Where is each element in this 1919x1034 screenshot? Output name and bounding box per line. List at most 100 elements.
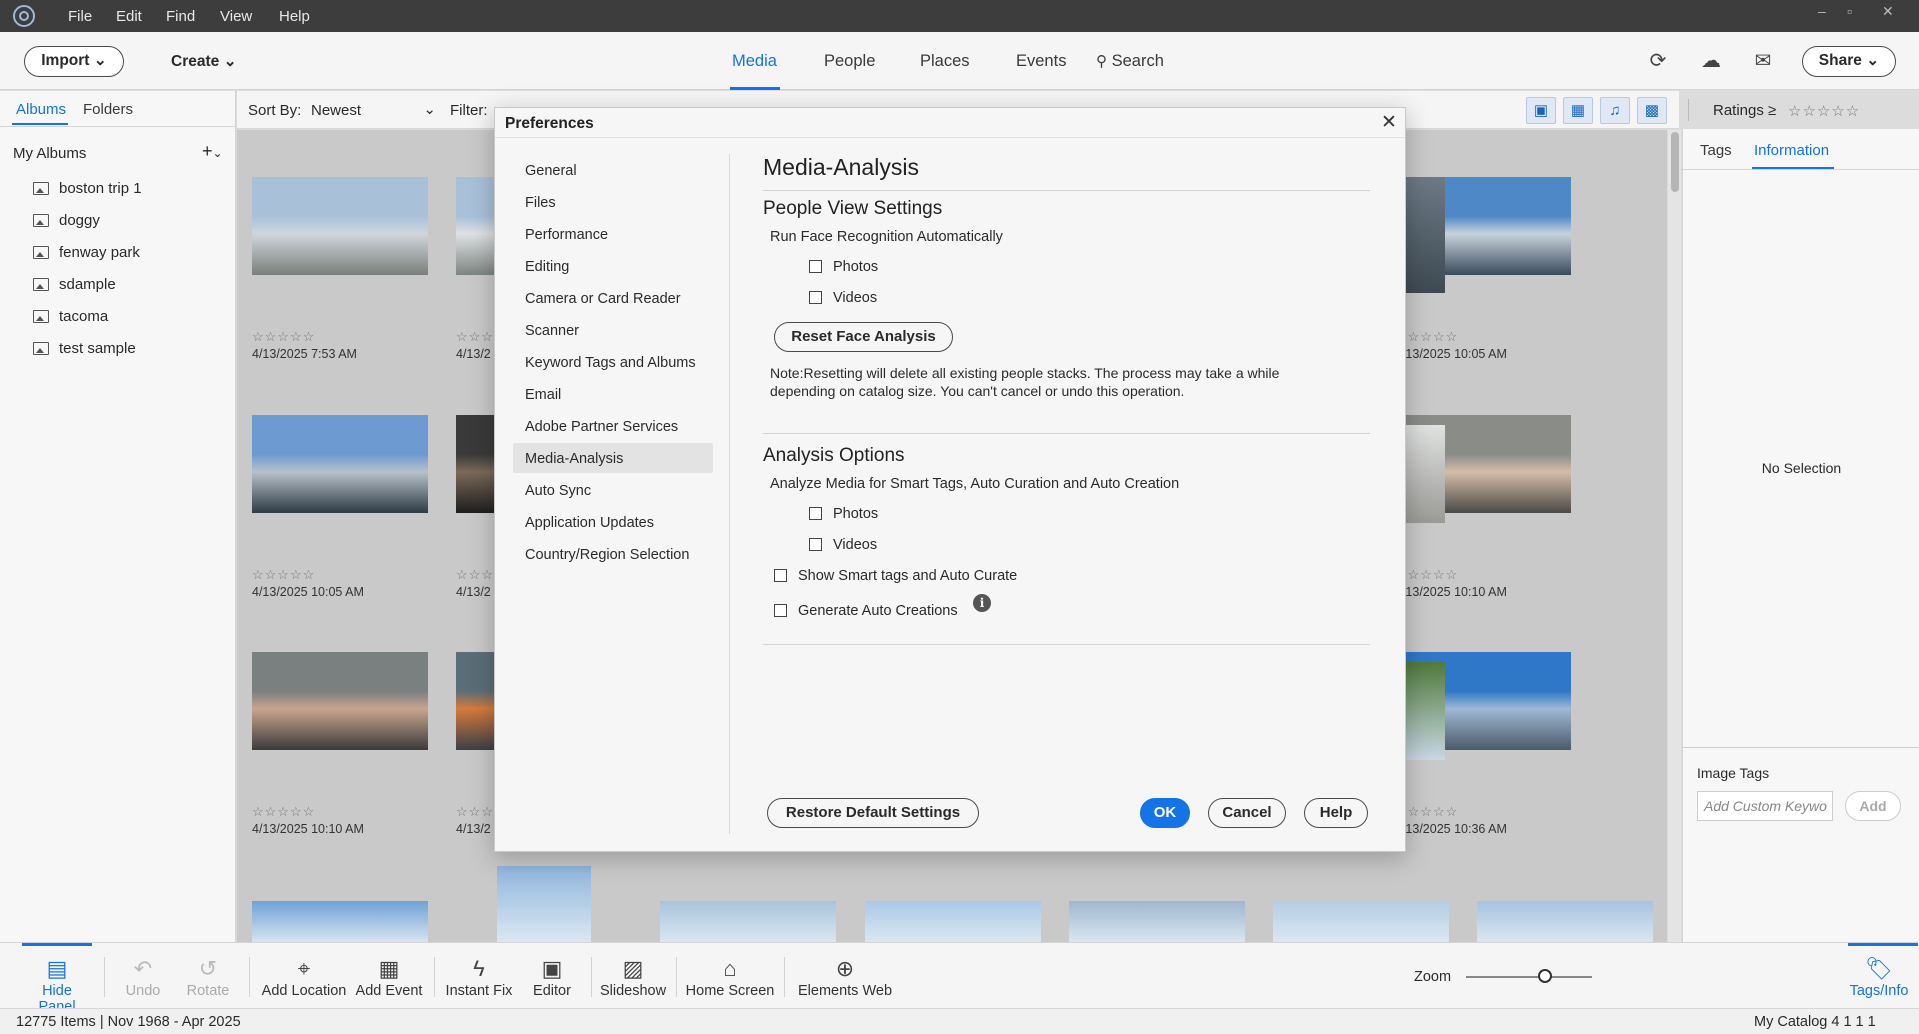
slideshow-button[interactable]: ▨ Slideshow	[599, 955, 667, 1007]
tab-information[interactable]: Information	[1754, 142, 1829, 159]
image-tags-label: Image Tags	[1697, 765, 1770, 781]
info-icon[interactable]: i	[973, 594, 991, 612]
reset-face-analysis-button[interactable]: Reset Face Analysis	[774, 322, 953, 352]
restore-defaults-button[interactable]: Restore Default Settings	[767, 798, 979, 828]
add-event-button[interactable]: ▦ Add Event	[351, 955, 427, 1007]
reset-note: Note:Resetting will delete all existing …	[770, 365, 1280, 399]
photo-thumbnail[interactable]	[1405, 425, 1445, 523]
home-icon: ⌂	[723, 956, 737, 981]
projects-filter-icon[interactable]: ▩	[1637, 97, 1667, 124]
catalog-status[interactable]: My Catalog 4 1 1 1	[1754, 1014, 1876, 1030]
divider	[729, 154, 730, 834]
sync-icon[interactable]: ⟳	[1647, 50, 1669, 72]
photos-filter-icon[interactable]: ▣	[1526, 97, 1556, 124]
add-tag-button[interactable]: Add	[1845, 791, 1901, 821]
cancel-button[interactable]: Cancel	[1208, 798, 1286, 828]
photo-thumbnail[interactable]	[1069, 901, 1245, 942]
photo-thumbnail[interactable]	[252, 415, 428, 513]
album-icon	[33, 182, 49, 195]
import-button[interactable]: Import ⌄	[24, 46, 124, 77]
photo-thumbnail[interactable]	[660, 901, 836, 942]
pref-nav-camera[interactable]: Camera or Card Reader	[513, 283, 713, 313]
close-icon[interactable]: ✕	[1381, 111, 1397, 134]
minimize-button[interactable]: –	[1818, 3, 1826, 19]
create-button[interactable]: Create ⌄	[171, 52, 237, 71]
pref-nav-adobe-partner[interactable]: Adobe Partner Services	[513, 411, 713, 441]
editor-button[interactable]: ▣ Editor	[524, 955, 580, 1007]
tab-places[interactable]: Places	[920, 52, 970, 71]
search-icon: ⚲	[1096, 53, 1107, 70]
share-button[interactable]: Share ⌄	[1802, 46, 1896, 77]
close-window-button[interactable]: ✕	[1882, 3, 1894, 20]
ok-button[interactable]: OK	[1140, 798, 1190, 828]
instant-fix-button[interactable]: ϟ Instant Fix	[441, 955, 517, 1007]
pref-nav-editing[interactable]: Editing	[513, 251, 713, 281]
rating-stars[interactable]: ☆☆☆☆☆	[252, 567, 315, 583]
undo-button[interactable]: ↶ Undo	[118, 955, 168, 1007]
photo-thumbnail[interactable]	[1405, 662, 1445, 760]
tab-tags[interactable]: Tags	[1700, 142, 1732, 159]
mail-icon[interactable]: ✉	[1752, 50, 1774, 72]
zoom-slider-handle[interactable]	[1538, 969, 1552, 983]
photo-thumbnail[interactable]	[865, 901, 1041, 942]
add-album-button[interactable]: +⌄	[202, 141, 223, 162]
home-screen-button[interactable]: ⌂ Home Screen	[684, 955, 776, 1007]
rating-stars[interactable]: ☆☆☆☆☆	[252, 804, 315, 820]
thumbnail-date: 4/13/2	[456, 347, 491, 361]
tab-folders[interactable]: Folders	[83, 101, 133, 118]
tab-events[interactable]: Events	[1016, 52, 1066, 71]
menu-bar: File Edit Find View Help – ▫ ✕	[0, 0, 1919, 32]
grid-filter-icon[interactable]: ▦	[1563, 97, 1593, 124]
album-icon	[33, 214, 49, 227]
rotate-button[interactable]: ↺ Rotate	[180, 955, 236, 1007]
pref-nav-general[interactable]: General	[513, 155, 713, 185]
menu-edit[interactable]: Edit	[116, 8, 142, 25]
pref-nav-country[interactable]: Country/Region Selection	[513, 539, 713, 569]
pref-nav-keyword-tags[interactable]: Keyword Tags and Albums	[513, 347, 713, 377]
menu-find[interactable]: Find	[166, 8, 195, 25]
elements-web-button[interactable]: ⊕ Elements Web	[795, 955, 895, 1007]
pref-nav-performance[interactable]: Performance	[513, 219, 713, 249]
rating-stars[interactable]: ☆☆☆☆☆	[252, 329, 315, 345]
pref-nav-files[interactable]: Files	[513, 187, 713, 217]
panel-icon: ▤	[46, 956, 68, 981]
photo-thumbnail[interactable]	[252, 177, 428, 275]
add-location-button[interactable]: ⌖ Add Location	[258, 955, 350, 1007]
help-button[interactable]: Help	[1304, 798, 1368, 828]
maximize-button[interactable]: ▫	[1847, 3, 1852, 19]
audio-filter-icon[interactable]: ♫	[1600, 97, 1630, 124]
tab-people[interactable]: People	[824, 52, 875, 71]
custom-keyword-input[interactable]: Add Custom Keywo	[1697, 791, 1833, 821]
scrollbar-thumb[interactable]	[1671, 132, 1679, 192]
zoom-slider[interactable]	[1466, 976, 1592, 978]
photo-thumbnail[interactable]	[252, 652, 428, 750]
tab-media[interactable]: Media	[732, 52, 777, 71]
divider	[104, 957, 105, 997]
menu-view[interactable]: View	[220, 8, 252, 25]
pref-nav-auto-sync[interactable]: Auto Sync	[513, 475, 713, 505]
photo-thumbnail[interactable]	[1477, 901, 1653, 942]
tab-albums[interactable]: Albums	[16, 101, 66, 118]
sort-dropdown[interactable]: Newest ⌄	[311, 101, 436, 119]
ratings-stars[interactable]: ☆☆☆☆☆	[1788, 102, 1860, 120]
photo-thumbnail[interactable]	[1273, 901, 1449, 942]
pref-nav-scanner[interactable]: Scanner	[513, 315, 713, 345]
pref-nav-email[interactable]: Email	[513, 379, 713, 409]
lightning-icon: ϟ	[473, 956, 485, 981]
photo-thumbnail[interactable]	[497, 866, 591, 942]
hide-panel-button[interactable]: ▤ Hide Panel	[22, 955, 92, 1015]
menu-help[interactable]: Help	[279, 8, 310, 25]
grid-scrollbar[interactable]	[1668, 130, 1681, 942]
checkbox-icon	[774, 569, 787, 582]
photo-thumbnail[interactable]	[1405, 177, 1445, 293]
status-bar: 12775 Items | Nov 1968 - Apr 2025 My Cat…	[0, 1008, 1919, 1034]
active-tab-indicator	[12, 123, 68, 125]
pref-nav-app-updates[interactable]: Application Updates	[513, 507, 713, 537]
tags-info-button[interactable]: 🏷 Tags/Info	[1840, 955, 1918, 1007]
pref-nav-media-analysis[interactable]: Media-Analysis	[513, 443, 713, 473]
photo-thumbnail[interactable]	[252, 901, 428, 942]
menu-file[interactable]: File	[68, 8, 92, 25]
item-count-status: 12775 Items | Nov 1968 - Apr 2025	[16, 1014, 241, 1030]
cloud-icon[interactable]: ☁	[1700, 50, 1722, 72]
tab-search[interactable]: ⚲ Search	[1096, 52, 1164, 71]
